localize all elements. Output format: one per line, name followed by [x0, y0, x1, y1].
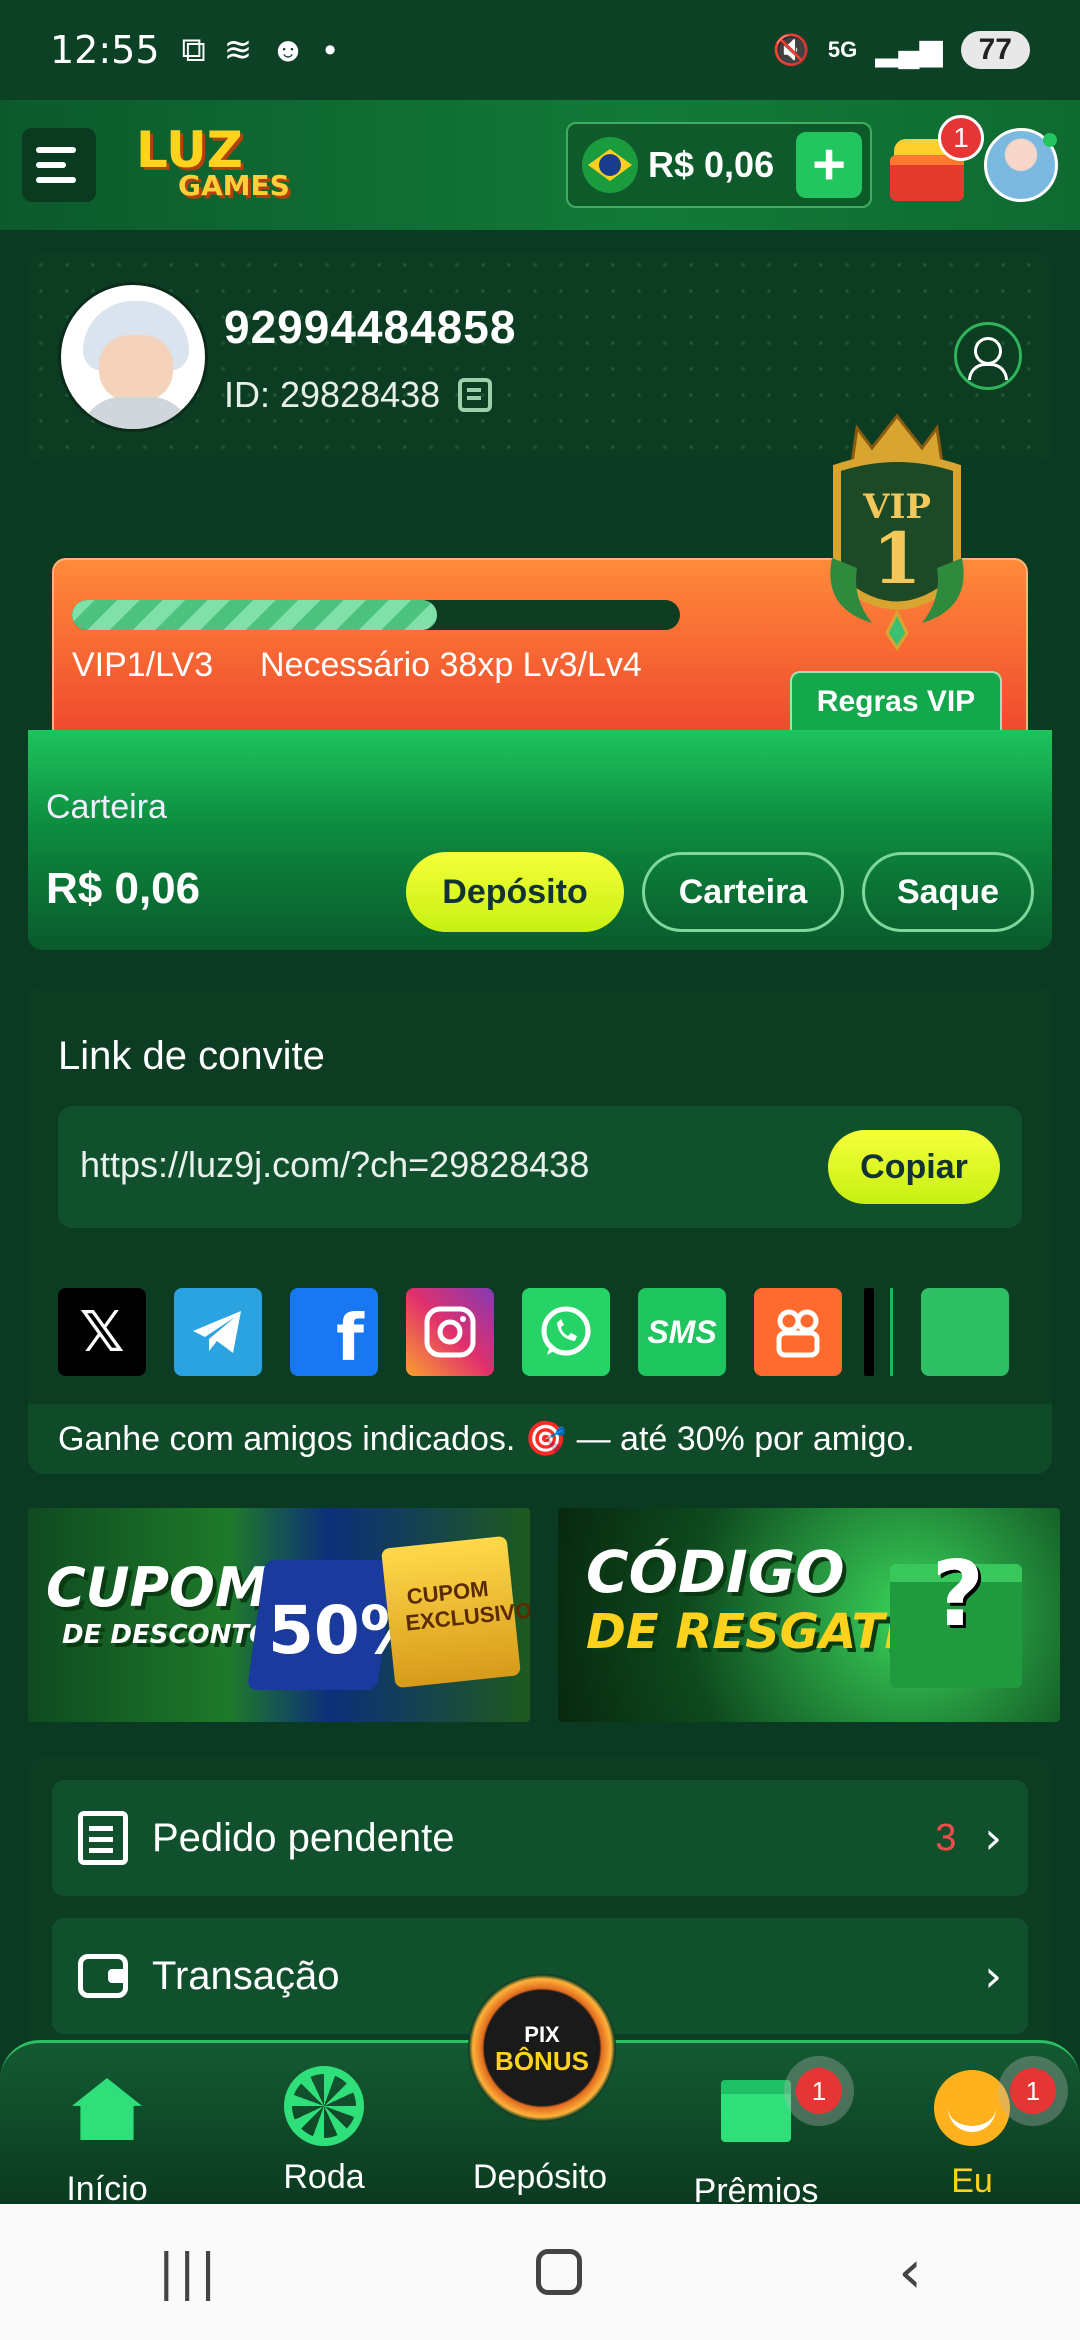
redeem-code-banner[interactable]: CÓDIGO DE RESGATE ? — [558, 1508, 1060, 1722]
profile-avatar[interactable] — [58, 282, 208, 432]
notification-badge: 1 — [938, 115, 984, 161]
battery-indicator: 77 — [960, 31, 1030, 69]
share-telegram-icon[interactable] — [174, 1288, 262, 1376]
withdraw-button[interactable]: Saque — [862, 852, 1034, 932]
share-instagram-icon[interactable] — [406, 1288, 494, 1376]
vip-level: VIP1/LV3 — [72, 646, 214, 684]
question-mark-icon: ? — [931, 1542, 984, 1647]
user-id: ID: 29828438 — [224, 374, 441, 415]
discount-coupon-banner[interactable]: CUPOM DE DESCONTO 50% CUPOM EXCLUSIVO — [28, 1508, 530, 1722]
menu-item-pending-orders[interactable]: Pedido pendente 3 › — [52, 1780, 1028, 1896]
copy-link-button[interactable]: Copiar — [828, 1130, 1000, 1204]
chevron-right-icon: › — [984, 1812, 1002, 1864]
user-id-row: ID: 29828438 — [224, 374, 493, 416]
invite-title: Link de convite — [58, 1034, 325, 1078]
recent-apps-icon[interactable]: ||| — [158, 2243, 221, 2301]
banner-codigo-subtitle: DE RESGATE — [586, 1604, 918, 1660]
invite-section: Link de convite https://luz9j.com/?ch=29… — [28, 986, 1052, 1474]
status-time: 12:55 — [50, 28, 160, 72]
system-nav-bar: ||| ‹ — [0, 2204, 1080, 2340]
wallet-label: Carteira — [46, 788, 167, 826]
nav-home[interactable]: Início — [17, 2066, 197, 2209]
status-bar: 12:55 ⧉ ≋ ☻ • 🔇 5G ▂▄▆ 77 — [0, 0, 1080, 100]
menu-item-label: Pedido pendente — [152, 1815, 455, 1860]
menu-item-label: Transação — [152, 1953, 340, 1998]
vip-rules-button[interactable]: Regras VIP — [790, 671, 1002, 731]
back-icon[interactable]: ‹ — [898, 2237, 922, 2307]
user-phone: 92994484858 — [224, 301, 517, 353]
app-header: LUZ GAMES R$ 0,06 + 1 — [0, 100, 1080, 230]
vip-requirement: Necessário 38xp Lv3/Lv4 — [260, 646, 642, 684]
dot-icon: • — [324, 30, 336, 69]
header-balance: R$ 0,06 — [648, 144, 775, 185]
invite-url: https://luz9j.com/?ch=29828438 — [80, 1144, 590, 1185]
gift-icon — [721, 2080, 791, 2142]
signal-icon: ▂▄▆ — [875, 33, 943, 67]
share-kwai-icon[interactable] — [754, 1288, 842, 1376]
home-button-icon[interactable] — [536, 2249, 583, 2295]
face-icon: ☻ — [270, 30, 307, 69]
share-row: 𝕏 f SMS — [58, 1288, 1009, 1376]
online-indicator — [1043, 133, 1057, 147]
pending-count: 3 — [935, 1816, 957, 1859]
vip-progress-bar — [72, 600, 680, 630]
vip-crest-number: 1 — [873, 517, 922, 600]
banner-cupom-title: CUPOM — [46, 1556, 269, 1619]
add-funds-button[interactable]: + — [796, 132, 862, 198]
wallet-amount: R$ 0,06 — [46, 864, 201, 913]
share-facebook-icon[interactable]: f — [290, 1288, 378, 1376]
screenshot-icon: ⧉ — [181, 30, 206, 69]
bottom-nav: Início Roda Depósito PIX BÔNUS Prêmios 1… — [0, 1974, 1080, 2210]
menu-button[interactable] — [22, 128, 96, 202]
wheel-icon — [284, 2066, 364, 2146]
chevron-right-icon: › — [984, 1950, 1002, 2002]
me-badge: 1 — [1010, 2068, 1056, 2114]
app-notification-icon: ≋ — [223, 31, 253, 69]
banner-codigo-title: CÓDIGO — [586, 1538, 845, 1606]
treasure-chest-button[interactable]: 1 — [886, 115, 984, 207]
vip-crest-icon: VIP 1 — [830, 413, 964, 651]
chest-icon — [890, 155, 964, 201]
pix-label: PIX — [524, 2022, 560, 2047]
menu-icon — [36, 147, 76, 153]
wallet-section: Carteira R$ 0,06 Depósito Carteira Saque — [28, 730, 1052, 950]
balance-pill: R$ 0,06 + — [566, 122, 872, 208]
share-more-icon[interactable] — [921, 1288, 1009, 1376]
invite-link-box: https://luz9j.com/?ch=29828438 Copiar — [58, 1106, 1022, 1228]
copy-id-icon[interactable] — [458, 378, 493, 412]
prizes-badge: 1 — [796, 2068, 842, 2114]
network-label: 5G — [827, 37, 858, 62]
pix-bonus-button[interactable]: PIX BÔNUS — [468, 1974, 616, 2122]
header-avatar[interactable] — [984, 128, 1058, 202]
order-icon — [78, 1811, 128, 1865]
brazil-flag-icon — [582, 137, 638, 193]
bonus-label: BÔNUS — [495, 2046, 589, 2076]
user-icon — [934, 2070, 1010, 2146]
share-whatsapp-icon[interactable] — [522, 1288, 610, 1376]
home-icon — [72, 2078, 142, 2140]
brand-logo[interactable]: LUZ GAMES — [136, 125, 290, 201]
share-sms-icon[interactable]: SMS — [638, 1288, 726, 1376]
deposit-button[interactable]: Depósito — [406, 852, 624, 932]
vip-progress-fill — [72, 600, 437, 630]
mute-icon: 🔇 — [772, 33, 810, 67]
share-overflow-icon[interactable] — [864, 1288, 874, 1376]
wallet-button[interactable]: Carteira — [642, 852, 844, 932]
banner-cupom-subtitle: DE DESCONTO — [62, 1620, 272, 1650]
wallet-icon — [78, 1954, 128, 1998]
nav-wheel[interactable]: Roda — [234, 2066, 414, 2197]
banner-cupom-ticket: CUPOM EXCLUSIVO — [404, 1575, 530, 1636]
share-x-icon[interactable]: 𝕏 — [58, 1288, 146, 1376]
invite-note: Ganhe com amigos indicados. 🎯 — até 30% … — [28, 1404, 1052, 1474]
edit-profile-button[interactable] — [954, 322, 1022, 390]
